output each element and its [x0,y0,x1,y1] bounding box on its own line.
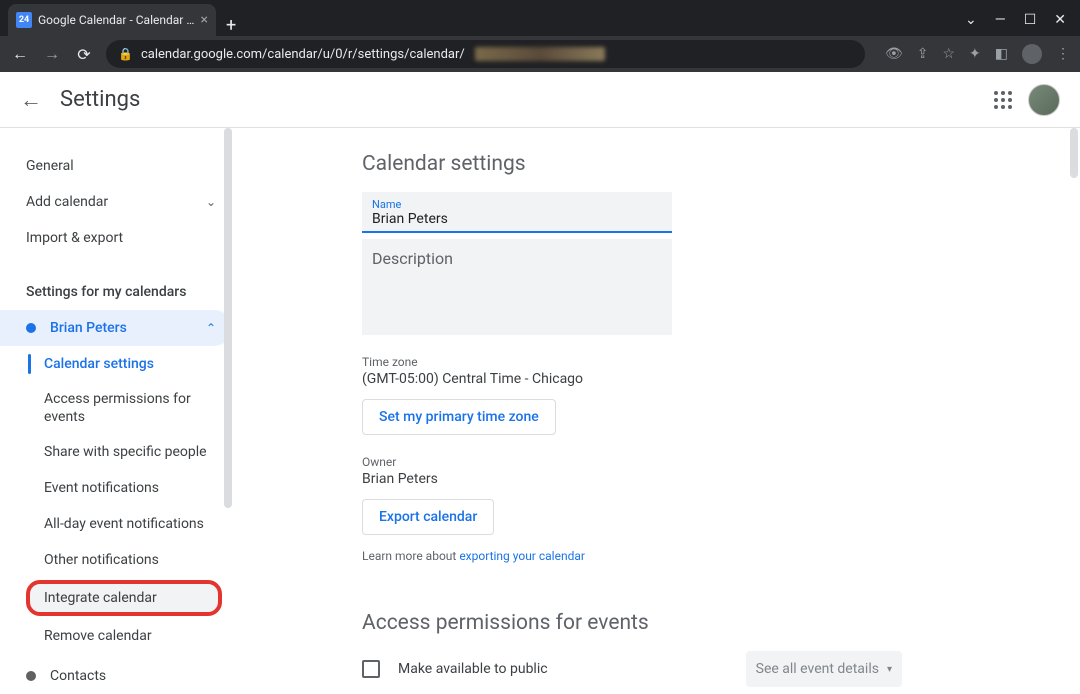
sidebar-sub-share-specific[interactable]: Share with specific people [0,434,232,470]
window-maximize-icon[interactable]: ☐ [1024,12,1037,28]
nav-back-icon[interactable]: ← [10,44,30,64]
eye-icon[interactable]: 👁 [885,46,903,62]
bookmark-star-icon[interactable]: ☆ [942,46,955,62]
exporting-calendar-link[interactable]: exporting your calendar [459,549,585,563]
side-panel-icon[interactable]: ◧ [995,46,1008,62]
sidebar-item-add-calendar[interactable]: Add calendar ⌄ [0,184,232,220]
browser-profile-avatar[interactable] [1022,44,1042,64]
browser-menu-icon[interactable]: ⋮ [1056,46,1070,62]
sidebar-calendar-brian-peters[interactable]: Brian Peters ⌃ [0,310,232,346]
browser-chrome: 24 Google Calendar - Calendar setti × + … [0,0,1080,72]
window-minimize-icon[interactable]: — [995,12,1006,28]
sidebar-sub-calendar-settings[interactable]: Calendar settings [0,346,232,382]
make-public-checkbox[interactable] [362,660,380,678]
chevron-down-icon: ▾ [887,664,892,675]
sidebar-calendar-contacts[interactable]: Contacts [0,658,232,694]
owner-label: Owner [362,455,1040,469]
window-close-icon[interactable]: ✕ [1054,12,1066,28]
browser-toolbar: ← → ⟳ 🔒 calendar.google.com/calendar/u/0… [0,36,1080,72]
browser-tab[interactable]: 24 Google Calendar - Calendar setti × [8,4,216,36]
browser-tabbar: 24 Google Calendar - Calendar setti × + … [0,0,1080,36]
calendar-favicon-icon: 24 [16,12,32,28]
name-field-label: Name [372,198,662,211]
section-heading-access-permissions: Access permissions for events [362,611,1040,635]
sidebar-section-title: Settings for my calendars [0,274,232,310]
lock-icon: 🔒 [118,47,133,61]
sidebar-sub-access-permissions[interactable]: Access permissions for events [0,382,232,434]
sidebar-item-label: Add calendar [26,194,108,210]
sidebar-sub-event-notifications[interactable]: Event notifications [0,470,232,506]
chevron-up-icon: ⌃ [206,321,216,335]
timezone-label: Time zone [362,355,1040,369]
export-calendar-button[interactable]: Export calendar [362,499,494,535]
sidebar-sub-integrate-calendar[interactable]: Integrate calendar [26,580,222,616]
set-primary-timezone-button[interactable]: Set my primary time zone [362,399,556,435]
tab-title: Google Calendar - Calendar setti [38,13,195,27]
share-icon[interactable]: ⇪ [917,46,929,62]
calendar-description-input[interactable]: Description [362,239,672,335]
calendar-color-dot-icon [26,671,36,681]
address-bar[interactable]: 🔒 calendar.google.com/calendar/u/0/r/set… [106,40,865,68]
calendar-name: Brian Peters [50,320,127,336]
section-heading-calendar-settings: Calendar settings [362,152,1040,176]
export-help-text: Learn more about exporting your calendar [362,549,1040,563]
main-content: Calendar settings Name Brian Peters Desc… [232,128,1080,694]
calendar-color-dot-icon [26,323,36,333]
make-public-row: Make available to public See all event d… [362,651,902,687]
nav-forward-icon[interactable]: → [42,44,62,64]
account-avatar[interactable] [1028,84,1060,116]
settings-sidebar: General Add calendar ⌄ Import & export S… [0,128,232,694]
description-placeholder: Description [372,249,662,268]
window-controls: ⌄ — ☐ ✕ [965,4,1080,36]
main-scrollbar[interactable] [1070,128,1078,178]
calendar-name: Contacts [50,668,106,684]
calendar-name-input[interactable]: Name Brian Peters [362,192,672,233]
url-text: calendar.google.com/calendar/u/0/r/setti… [141,47,465,62]
sidebar-sub-remove-calendar[interactable]: Remove calendar [0,618,232,654]
sidebar-item-general[interactable]: General [0,148,232,184]
visibility-dropdown[interactable]: See all event details ▾ [746,651,902,687]
google-apps-icon[interactable] [994,91,1012,109]
timezone-value: (GMT-05:00) Central Time - Chicago [362,371,1040,387]
page-title: Settings [60,87,140,112]
new-tab-button[interactable]: + [216,15,246,36]
sidebar-item-import-export[interactable]: Import & export [0,220,232,256]
name-field-value: Brian Peters [372,211,662,227]
make-public-label: Make available to public [398,661,746,677]
help-text-prefix: Learn more about [362,549,459,563]
app-header: ← Settings [0,72,1080,128]
tab-close-icon[interactable]: × [201,12,208,28]
extensions-icon[interactable]: ✦ [969,46,981,62]
nav-reload-icon[interactable]: ⟳ [74,45,94,64]
toolbar-icons: 👁 ⇪ ☆ ✦ ◧ ⋮ [885,44,1070,64]
chevron-down-icon: ⌄ [206,195,216,209]
dropdown-value: See all event details [756,661,879,677]
sidebar-sub-allday-notifications[interactable]: All-day event notifications [0,506,232,542]
owner-value: Brian Peters [362,471,1040,487]
sidebar-sub-other-notifications[interactable]: Other notifications [0,542,232,578]
url-redacted [475,47,605,61]
window-dropdown-icon[interactable]: ⌄ [965,12,977,28]
back-arrow-icon[interactable]: ← [20,87,42,113]
